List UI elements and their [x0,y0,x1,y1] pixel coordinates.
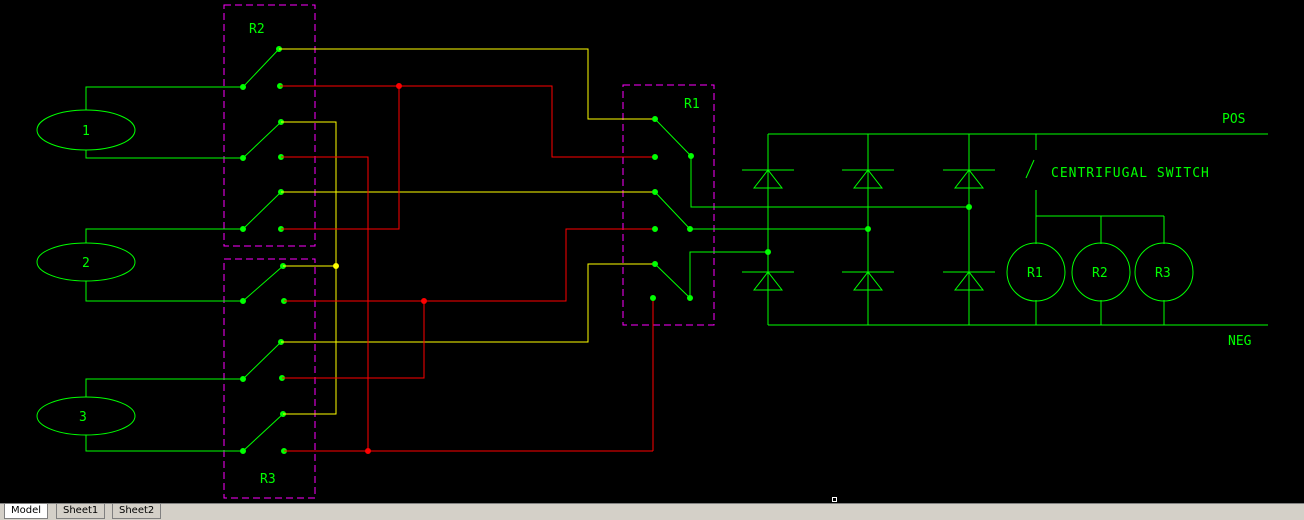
relay-r3-contacts [240,263,287,454]
svg-text:2: 2 [82,256,90,271]
relay-box-r2 [223,4,316,247]
sheet-tab-bar: Model Sheet1 Sheet2 [0,503,1304,520]
tab-model[interactable]: Model [4,504,49,519]
motor-2: 2 [36,228,243,302]
neg-label: NEG [1228,334,1252,349]
coil-label-r2: R2 [1092,266,1108,281]
coil-label-r3: R3 [1155,266,1171,281]
relay-label-r1: R1 [684,97,700,112]
motor-1: 1 [36,86,243,159]
cursor-icon [832,497,837,502]
centrifugal-switch-label: CENTRIFUGAL SWITCH [1051,166,1210,181]
r1-rectifier-wires [689,156,972,298]
relay-label-r2: R2 [249,22,265,37]
schematic: R2 R3 R1 1 2 3 POS NEG CENTRIFUGAL SWITC… [36,4,1268,499]
relay-label-r3: R3 [260,472,276,487]
svg-text:3: 3 [79,410,87,425]
svg-text:1: 1 [82,124,90,139]
drawing-canvas[interactable]: R2 R3 R1 1 2 3 POS NEG CENTRIFUGAL SWITC… [0,0,1304,503]
relay-r1-contacts [650,116,694,301]
motor-3: 3 [36,378,243,452]
relay-box-r1 [622,84,715,326]
tab-sheet2[interactable]: Sheet2 [112,504,162,519]
pos-label: POS [1222,112,1245,127]
yellow-wires [279,48,655,415]
relay-r2-contacts [240,46,284,232]
tab-sheet1[interactable]: Sheet1 [56,504,106,519]
coil-label-r1: R1 [1027,266,1043,281]
